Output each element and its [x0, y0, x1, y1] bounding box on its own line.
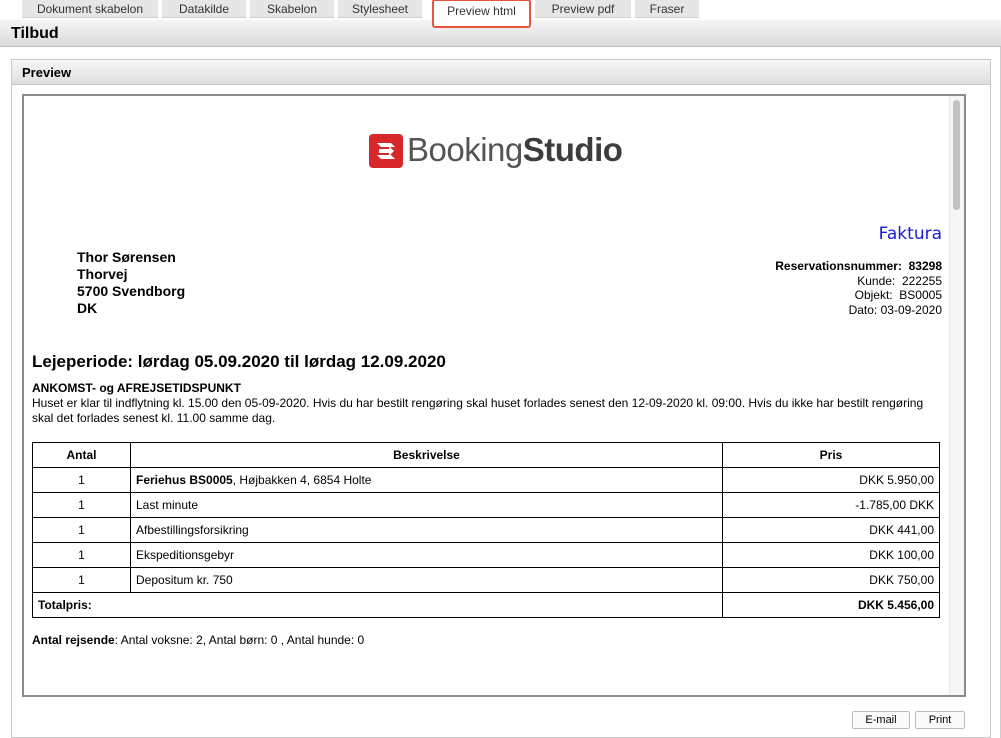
invoice-meta: Reservationsnummer: 83298 Kunde: 222255 … [775, 259, 942, 317]
customer-name: Thor Sørensen [77, 249, 176, 265]
customer-country: DK [77, 300, 98, 316]
reservation-number: Reservationsnummer: 83298 [775, 259, 942, 273]
panel-title: Preview [12, 60, 990, 85]
customer-street: Thorvej [77, 266, 128, 282]
cell-antal: 1 [32, 517, 131, 543]
col-header-beskrivelse: Beskrivelse [130, 442, 723, 468]
preview-scrollbar[interactable] [949, 96, 964, 695]
total-row: Totalpris: DKK 5.456,00 [32, 592, 940, 618]
total-label: Totalpris: [32, 592, 723, 618]
logo-mark-icon [369, 134, 403, 168]
cell-antal: 1 [32, 567, 131, 593]
table-row: 1 Depositum kr. 750 DKK 750,00 [32, 567, 940, 593]
cell-beskrivelse: Depositum kr. 750 [130, 567, 723, 593]
cell-pris: DKK 5.950,00 [722, 467, 940, 493]
cell-pris: -1.785,00 DKK [722, 492, 940, 518]
cell-antal: 1 [32, 467, 131, 493]
cell-beskrivelse: Ekspeditionsgebyr [130, 542, 723, 568]
cell-pris: DKK 100,00 [722, 542, 940, 568]
travellers-info: Antal rejsende: Antal voksne: 2, Antal b… [32, 633, 365, 647]
table-row: 1 Afbestillingsforsikring DKK 441,00 [32, 517, 940, 543]
tab-fraser[interactable]: Fraser [635, 0, 699, 18]
tab-preview-pdf[interactable]: Preview pdf [535, 0, 631, 18]
page-title: Tilbud [11, 25, 59, 42]
object-id: Objekt: BS0005 [854, 288, 942, 302]
cell-beskrivelse: Feriehus BS0005, Højbakken 4, 6854 Holte [130, 467, 723, 493]
col-header-antal: Antal [32, 442, 131, 468]
preview-frame: BookingStudio Faktura Thor Sørensen Thor… [22, 94, 966, 697]
tab-stylesheet[interactable]: Stylesheet [338, 0, 422, 18]
cell-pris: DKK 750,00 [722, 567, 940, 593]
table-row: 1 Feriehus BS0005, Højbakken 4, 6854 Hol… [32, 467, 940, 493]
tab-skabelon[interactable]: Skabelon [250, 0, 334, 18]
table-row: 1 Last minute -1.785,00 DKK [32, 492, 940, 518]
tab-datakilde[interactable]: Datakilde [162, 0, 246, 18]
cell-beskrivelse: Last minute [130, 492, 723, 518]
scrollbar-thumb[interactable] [953, 100, 960, 210]
total-value: DKK 5.456,00 [722, 592, 940, 618]
cell-antal: 1 [32, 542, 131, 568]
line-items-table: Antal Beskrivelse Pris 1 Feriehus BS0005… [32, 442, 940, 618]
tab-dokument-skabelon[interactable]: Dokument skabelon [22, 0, 158, 18]
logo-wordmark: BookingStudio [407, 131, 623, 168]
col-header-pris: Pris [722, 442, 940, 468]
arrival-heading: ANKOMST- og AFREJSETIDSPUNKT [32, 381, 241, 395]
print-button[interactable]: Print [915, 711, 965, 729]
table-row: 1 Ekspeditionsgebyr DKK 100,00 [32, 542, 940, 568]
cell-antal: 1 [32, 492, 131, 518]
table-header-row: Antal Beskrivelse Pris [32, 442, 940, 468]
cell-beskrivelse: Afbestillingsforsikring [130, 517, 723, 543]
cell-pris: DKK 441,00 [722, 517, 940, 543]
email-button[interactable]: E-mail [852, 711, 910, 729]
invoice-date: Dato: 03-09-2020 [848, 302, 942, 317]
bookingstudio-logo: BookingStudio [369, 131, 639, 172]
preview-panel: Preview BookingStudio Faktura Thor Søren… [11, 59, 991, 738]
customer-number: Kunde: 222255 [857, 273, 942, 288]
document-type: Faktura [878, 224, 942, 244]
rental-period: Lejeperiode: lørdag 05.09.2020 til lørda… [32, 352, 446, 371]
customer-city: 5700 Svendborg [77, 283, 186, 299]
arrival-text: Huset er klar til indflytning kl. 15.00 … [32, 396, 924, 425]
customer-address: Thor Sørensen Thorvej 5700 Svendborg DK [77, 249, 185, 317]
tab-preview-html[interactable]: Preview html [432, 0, 531, 28]
tab-bar: Dokument skabelon Datakilde Skabelon Sty… [0, 0, 1001, 28]
